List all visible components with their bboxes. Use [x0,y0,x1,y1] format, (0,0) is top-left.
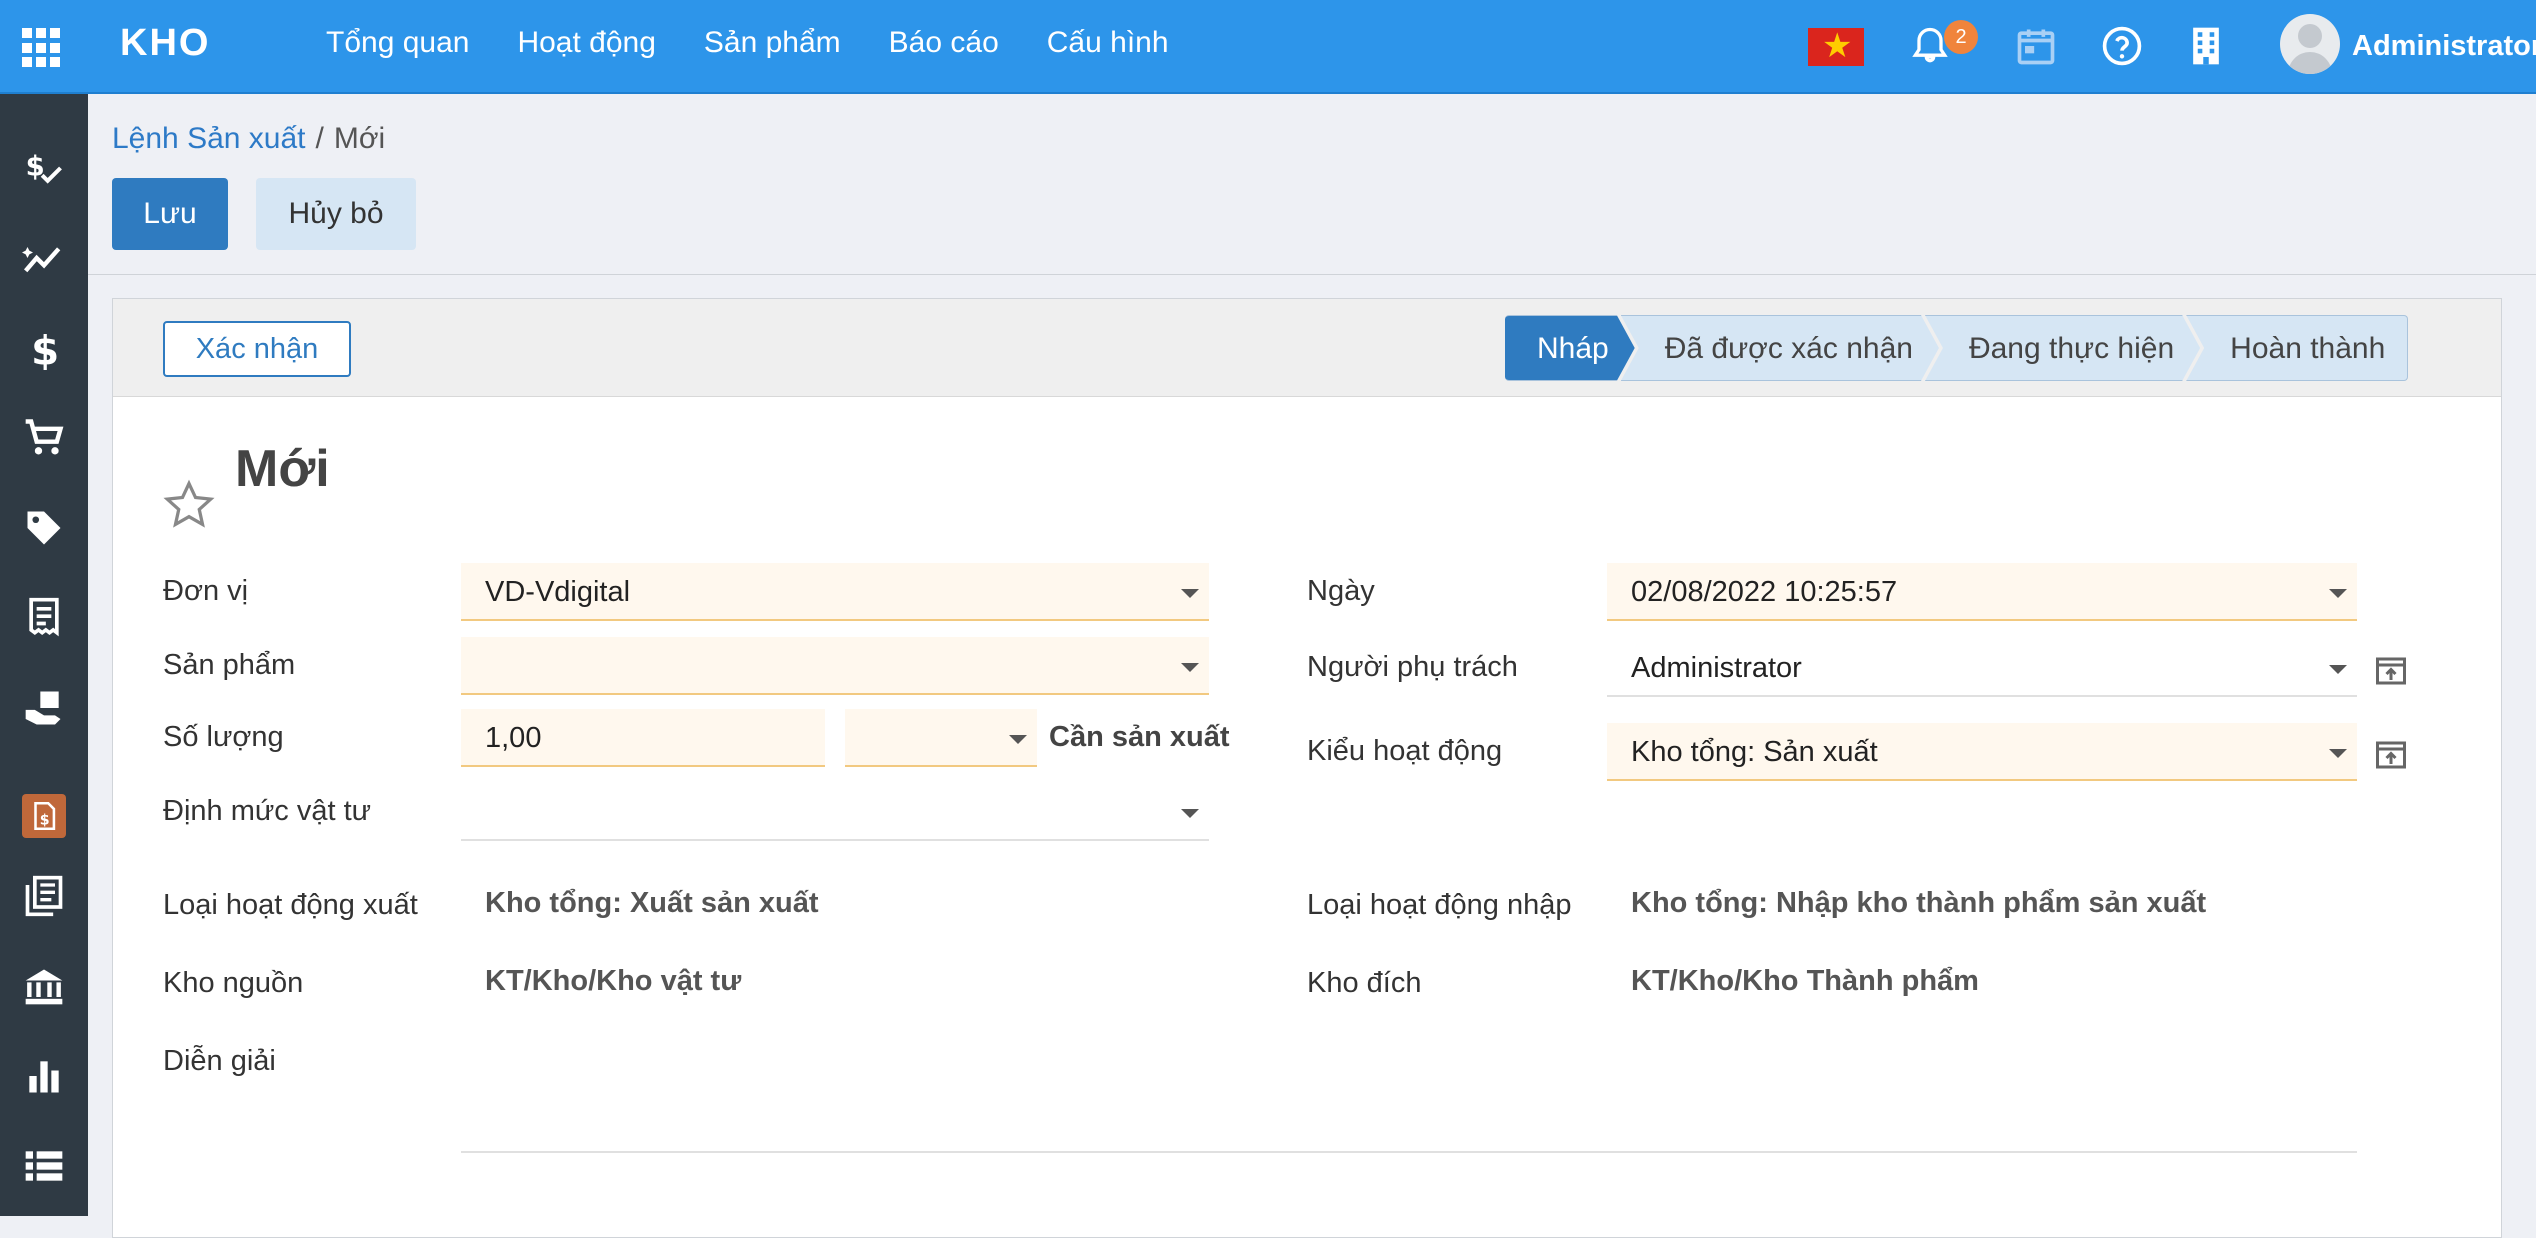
menu-item-tong-quan[interactable]: Tổng quan [326,26,469,60]
menu-item-san-pham[interactable]: Sản phẩm [704,26,841,60]
stage-done[interactable]: Hoàn thành [2186,315,2409,381]
chevron-down-icon [1009,735,1027,744]
main-menu: Tổng quan Hoạt động Sản phẩm Báo cáo Cấu… [326,26,1169,60]
hand-box-icon[interactable] [20,684,68,732]
nguoi-phu-trach-select[interactable]: Administrator [1607,639,2357,697]
chevron-down-icon [1181,589,1199,598]
app-brand[interactable]: KHO [120,22,210,65]
bar-chart-icon[interactable] [20,1052,68,1100]
dien-giai-label: Diễn giải [163,1045,276,1077]
chevron-down-icon [2329,749,2347,758]
chevron-down-icon [2329,589,2347,598]
notification-badge: 2 [1944,20,1978,54]
dien-giai-textarea[interactable] [461,1033,2357,1153]
money-check-icon[interactable]: $ [20,144,68,192]
record-title: Mới [235,440,330,498]
control-panel-divider [88,274,2536,275]
loai-nhap-value: Kho tổng: Nhập kho thành phẩm sản xuất [1631,887,2207,919]
building-icon[interactable] [2184,24,2228,68]
confirm-button[interactable]: Xác nhận [163,321,351,377]
external-link-icon[interactable] [2371,737,2411,773]
trend-chart-icon[interactable] [20,234,68,282]
vietnam-flag-icon[interactable] [1808,26,1864,66]
don-vi-select[interactable]: VD-Vdigital [461,563,1209,621]
don-vi-value: VD-Vdigital [485,576,631,608]
san-pham-select[interactable] [461,637,1209,695]
tag-icon[interactable] [20,504,68,552]
menu-item-bao-cao[interactable]: Báo cáo [889,26,999,60]
so-luong-value: 1,00 [485,722,542,754]
list-icon[interactable] [20,1142,68,1190]
kho-dich-value: KT/Kho/Kho Thành phẩm [1631,965,1979,997]
chevron-down-icon [1181,809,1199,818]
chevron-down-icon [1181,663,1199,672]
nguoi-phu-trach-value: Administrator [1631,652,1802,684]
kieu-hoat-dong-label: Kiểu hoạt động [1307,735,1503,767]
chevron-down-icon [2329,665,2347,674]
loai-xuat-label: Loại hoạt động xuất [163,889,418,921]
ngay-label: Ngày [1307,575,1375,607]
bank-icon[interactable] [20,962,68,1010]
app-sidebar: $ $ $ [0,94,88,1216]
avatar[interactable] [2280,14,2340,74]
ngay-value: 02/08/2022 10:25:57 [1631,576,1898,608]
book-icon[interactable] [20,872,68,920]
form-sheet: Xác nhận Nháp Đã được xác nhận Đang thực… [112,298,2502,1238]
menu-item-cau-hinh[interactable]: Cấu hình [1047,26,1169,60]
svg-text:$: $ [40,813,50,829]
breadcrumb-current: Mới [333,122,386,155]
dinh-muc-select[interactable] [461,783,1209,841]
apps-icon[interactable] [22,28,62,68]
loai-nhap-label: Loại hoạt động nhập [1307,889,1572,921]
dollar-icon[interactable]: $ [20,324,68,372]
breadcrumb-separator: / [315,122,324,155]
save-button[interactable]: Lưu [112,178,228,250]
kho-dich-label: Kho đích [1307,967,1422,999]
kho-nguon-value: KT/Kho/Kho vật tư [485,965,742,997]
breadcrumb-parent-link[interactable]: Lệnh Sản xuất [112,122,306,155]
cart-icon[interactable] [20,414,68,462]
can-san-xuat-label: Cần sản xuất [1049,721,1230,753]
don-vi-label: Đơn vị [163,575,249,607]
help-icon[interactable] [2100,24,2144,68]
user-menu-name[interactable]: Administrator [2352,30,2536,63]
san-pham-label: Sản phẩm [163,649,296,681]
breadcrumb: Lệnh Sản xuất / Mới [112,122,385,156]
stage-pipeline: Nháp Đã được xác nhận Đang thực hiện Hoà… [1505,315,2409,381]
calendar-icon[interactable] [2014,24,2058,68]
stage-confirmed[interactable]: Đã được xác nhận [1621,315,1939,381]
uom-select[interactable] [845,709,1037,767]
kieu-hoat-dong-select[interactable]: Kho tổng: Sản xuất [1607,723,2357,781]
svg-text:$: $ [31,328,59,371]
kho-nguon-label: Kho nguồn [163,967,304,999]
external-link-icon[interactable] [2371,653,2411,689]
discard-button[interactable]: Hủy bỏ [256,178,416,250]
so-luong-input[interactable]: 1,00 [461,709,825,767]
invoice-icon[interactable]: $ [22,794,66,838]
nguoi-phu-trach-label: Người phụ trách [1307,651,1518,683]
favorite-star-icon[interactable] [161,477,217,533]
loai-xuat-value: Kho tổng: Xuất sản xuất [485,887,819,919]
so-luong-label: Số lượng [163,721,284,753]
kieu-hoat-dong-value: Kho tổng: Sản xuất [1631,736,1878,768]
ngay-datetime-input[interactable]: 02/08/2022 10:25:57 [1607,563,2357,621]
stage-draft[interactable]: Nháp [1505,315,1635,381]
receipt-icon[interactable] [20,594,68,642]
stage-in-progress[interactable]: Đang thực hiện [1925,315,2200,381]
top-navbar: KHO Tổng quan Hoạt động Sản phẩm Báo cáo… [0,0,2536,94]
dinh-muc-label: Định mức vật tư [163,795,372,827]
menu-item-hoat-dong[interactable]: Hoạt động [517,26,655,60]
status-bar: Xác nhận Nháp Đã được xác nhận Đang thực… [113,299,2501,397]
